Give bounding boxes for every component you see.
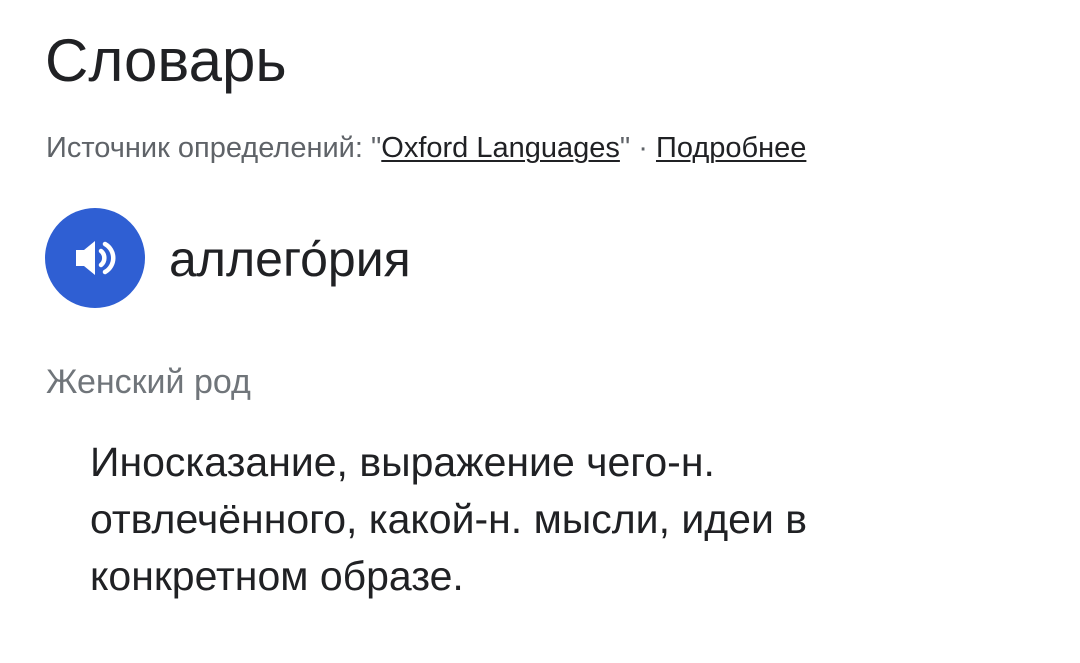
oxford-languages-link[interactable]: Oxford Languages <box>381 132 620 164</box>
definition-text: Иносказание, выражение чего-н. отвлечённ… <box>90 439 808 599</box>
volume-icon <box>76 241 116 275</box>
source-suffix: " <box>619 132 631 164</box>
part-of-speech-label: Женский род <box>46 363 251 401</box>
separator-dot: · <box>630 132 656 164</box>
page-title: Словарь <box>45 27 287 94</box>
source-prefix: Источник определений: " <box>46 132 382 164</box>
source-line: Источник определений: "Oxford Languages"… <box>46 128 806 168</box>
headword: аллего́рия <box>169 231 411 287</box>
pronunciation-button[interactable] <box>45 208 145 308</box>
more-info-link[interactable]: Подробнее <box>656 132 806 164</box>
